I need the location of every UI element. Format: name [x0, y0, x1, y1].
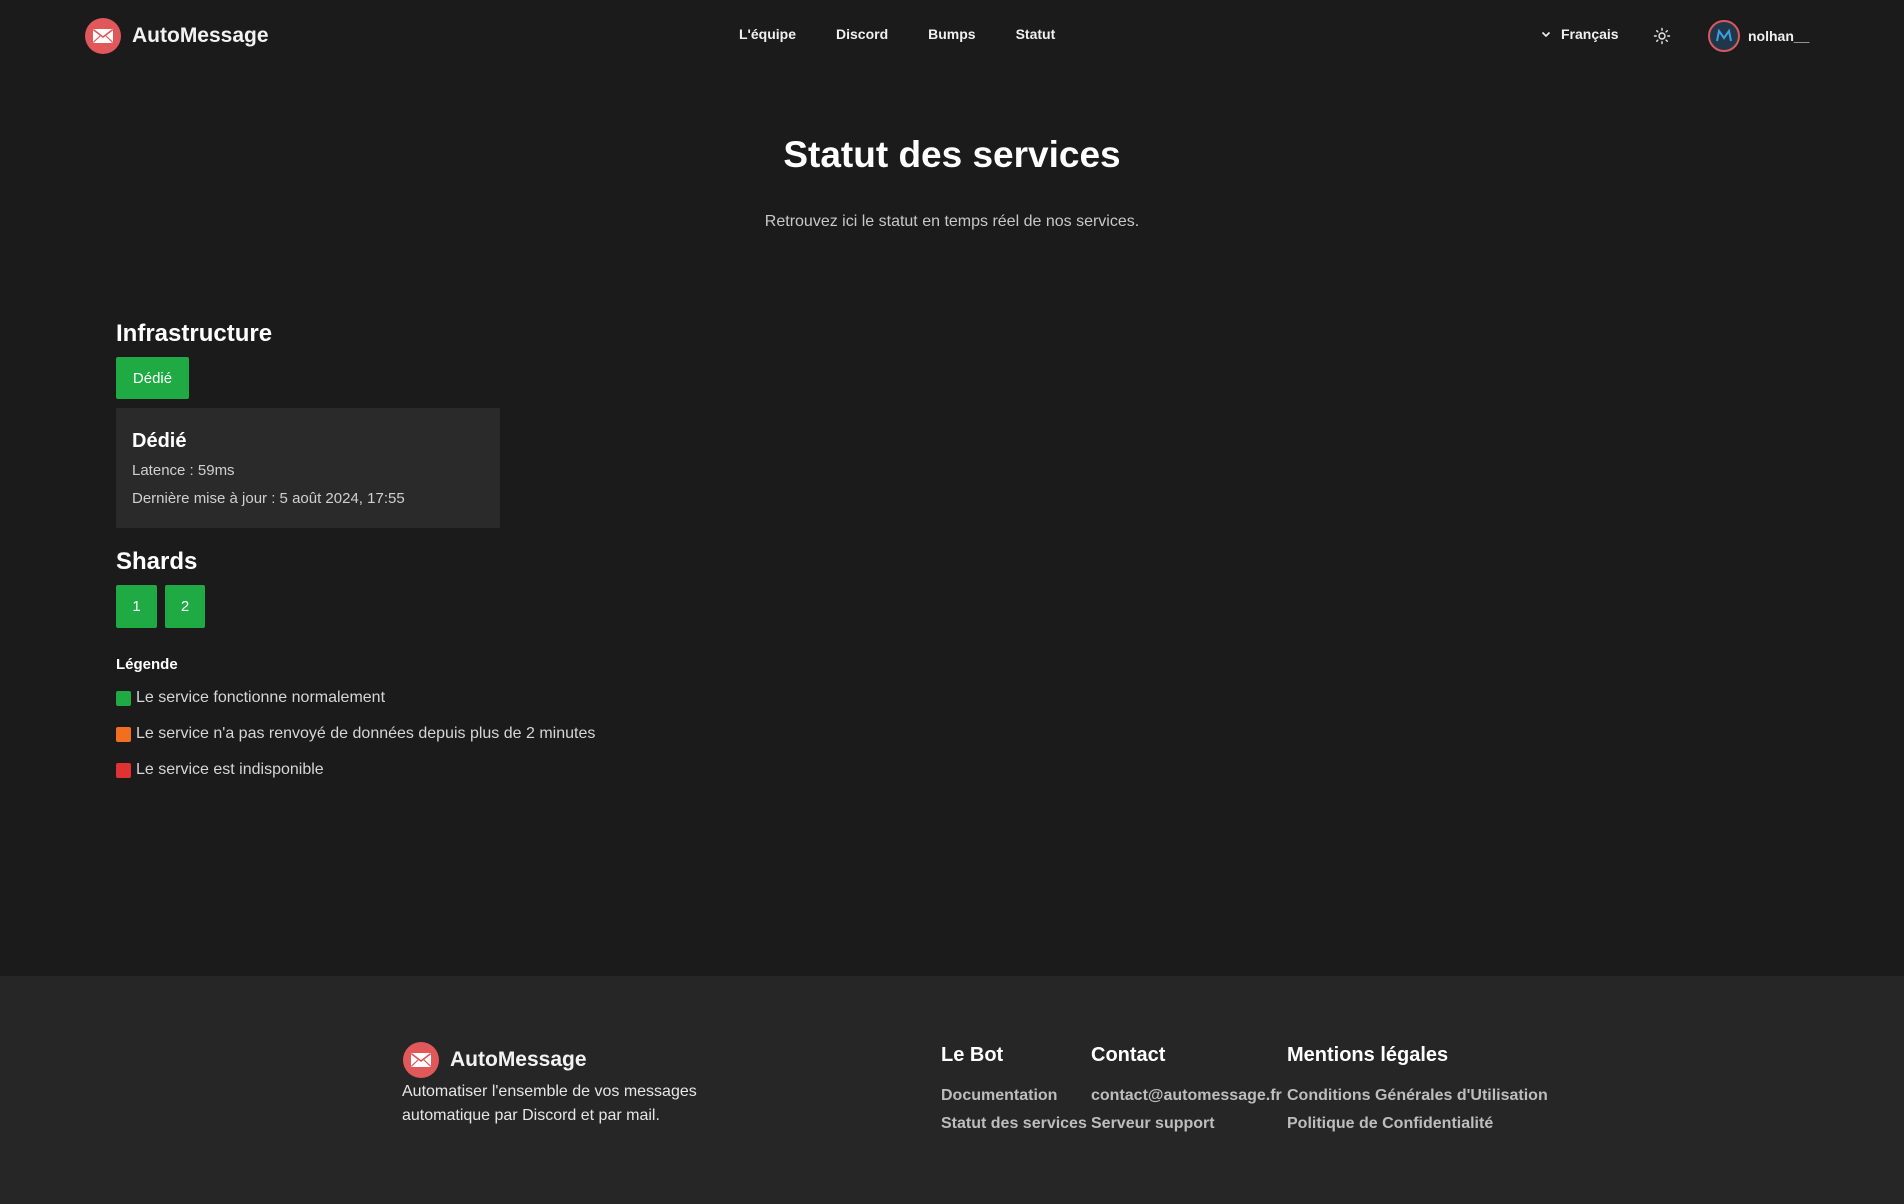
footer-link-documentation[interactable]: Documentation — [941, 1087, 1087, 1105]
footer-col-bot: Le Bot Documentation Statut des services — [941, 1044, 1087, 1143]
status-swatch-green — [116, 690, 131, 706]
legend-item-ok: Le service fonctionne normalement — [116, 689, 385, 707]
footer-link-terms[interactable]: Conditions Générales d'Utilisation — [1287, 1087, 1548, 1105]
footer-col-title: Contact — [1091, 1044, 1166, 1066]
user-menu[interactable]: nolhan__ — [1708, 20, 1809, 52]
page-subtitle: Retrouvez ici le statut en temps réel de… — [764, 213, 1140, 230]
footer-brand: AutoMessage — [403, 1042, 587, 1078]
footer-col-title: Le Bot — [941, 1044, 1004, 1066]
sun-icon[interactable] — [1653, 27, 1671, 45]
brand-name: AutoMessage — [132, 24, 269, 47]
legend-text: Le service n'a pas renvoyé de données de… — [136, 725, 596, 742]
infrastructure-title: Infrastructure — [116, 320, 273, 347]
shard-button-2[interactable]: 2 — [165, 585, 205, 628]
shards-title: Shards — [116, 548, 198, 575]
main-nav: L'équipe Discord Bumps Statut — [739, 26, 1095, 42]
server-latency: Latence : 59ms — [132, 462, 235, 479]
language-label: Français — [1561, 26, 1619, 42]
chevron-down-icon — [1541, 31, 1551, 38]
footer-link-status[interactable]: Statut des services — [941, 1115, 1087, 1133]
nav-item-team[interactable]: L'équipe — [739, 26, 796, 42]
footer-link-email[interactable]: contact@automessage.fr — [1091, 1087, 1282, 1105]
avatar — [1708, 20, 1740, 52]
envelope-logo-icon — [403, 1042, 439, 1078]
server-detail-card: Dédié Latence : 59ms Dernière mise à jou… — [116, 408, 500, 528]
nav-item-bumps[interactable]: Bumps — [928, 26, 975, 42]
footer-brand-name: AutoMessage — [450, 1048, 587, 1071]
legend-item-down: Le service est indisponible — [116, 761, 324, 779]
footer-col-title: Mentions légales — [1287, 1044, 1449, 1066]
legend-item-stale: Le service n'a pas renvoyé de données de… — [116, 725, 595, 743]
site-footer: AutoMessage Automatiser l'ensemble de vo… — [0, 976, 1904, 1204]
username: nolhan__ — [1748, 28, 1810, 44]
shard-button-1[interactable]: 1 — [116, 585, 157, 628]
server-button-dedie[interactable]: Dédié — [116, 357, 189, 399]
nav-item-discord[interactable]: Discord — [836, 26, 888, 42]
status-swatch-orange — [116, 726, 131, 742]
envelope-logo-icon — [85, 18, 121, 54]
legend-text: Le service est indisponible — [136, 761, 324, 778]
footer-col-legal: Mentions légales Conditions Générales d'… — [1287, 1044, 1548, 1143]
footer-description: Automatiser l'ensemble de vos messages a… — [402, 1083, 697, 1124]
legend-title: Légende — [116, 656, 178, 673]
server-detail-title: Dédié — [132, 430, 187, 452]
page-title: Statut des services — [783, 134, 1121, 175]
legend-text: Le service fonctionne normalement — [136, 689, 386, 706]
footer-col-contact: Contact contact@automessage.fr Serveur s… — [1091, 1044, 1282, 1143]
language-selector[interactable]: Français — [1540, 26, 1619, 42]
footer-link-support-server[interactable]: Serveur support — [1091, 1115, 1282, 1133]
brand-link[interactable]: AutoMessage — [85, 18, 269, 54]
status-swatch-red — [116, 762, 131, 778]
server-last-update: Dernière mise à jour : 5 août 2024, 17:5… — [132, 490, 405, 507]
site-header: AutoMessage L'équipe Discord Bumps Statu… — [0, 0, 1904, 72]
footer-link-privacy[interactable]: Politique de Confidentialité — [1287, 1115, 1548, 1133]
nav-item-status[interactable]: Statut — [1016, 26, 1056, 42]
